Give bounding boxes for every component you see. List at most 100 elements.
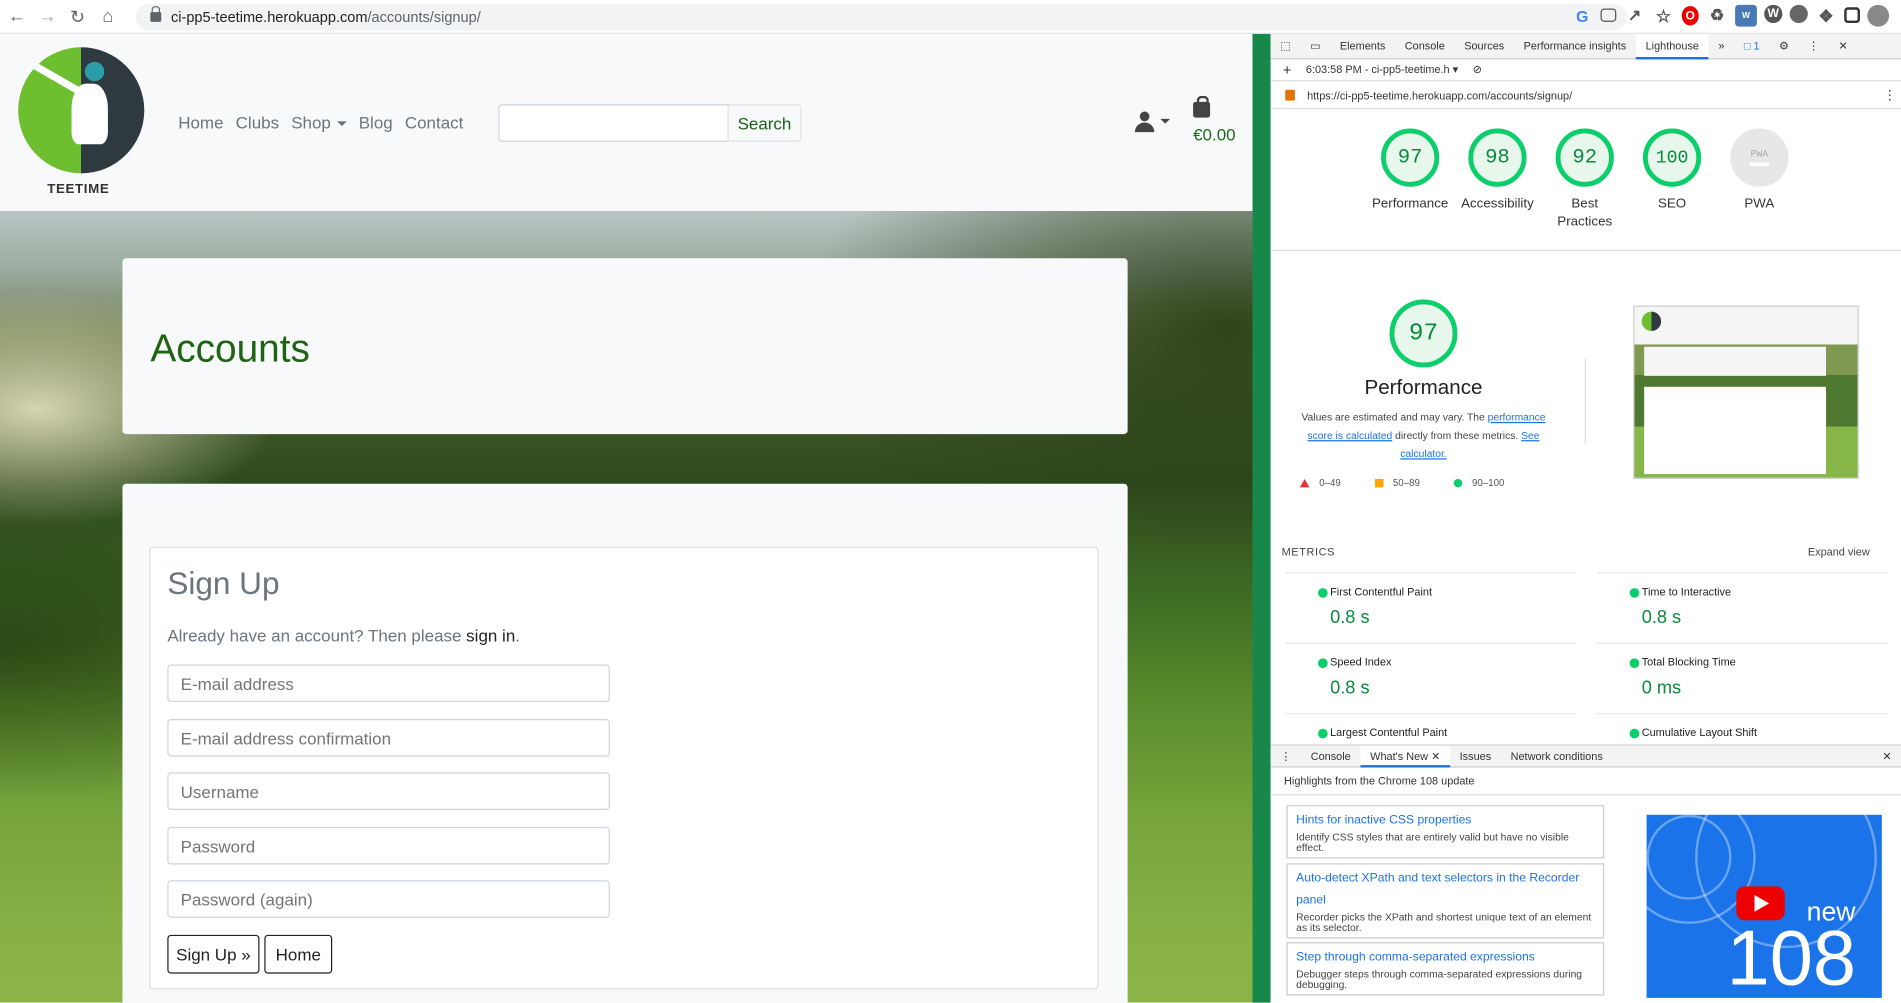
inspect-icon[interactable]: ⬚ [1271, 34, 1301, 59]
whats-new-title[interactable]: Hints for inactive CSS properties [1296, 810, 1594, 832]
wordpress-icon[interactable]: W [1764, 4, 1783, 24]
signup-button[interactable]: Sign Up » [167, 934, 260, 974]
nav-contact[interactable]: Contact [405, 113, 464, 132]
whats-new-title[interactable]: Step through comma-separated expressions [1296, 947, 1594, 969]
username-field[interactable] [167, 772, 610, 810]
forward-icon[interactable]: → [34, 3, 61, 30]
tab-console[interactable]: Console [1395, 34, 1454, 59]
new-report-icon[interactable]: + [1283, 61, 1292, 78]
devtools-panel: ⬚ ▭ Elements Console Sources Performance… [1252, 33, 1901, 1003]
average-square-icon [1374, 478, 1384, 488]
bookmark-star-icon[interactable]: ☆ [1653, 5, 1675, 27]
tab-sources[interactable]: Sources [1455, 34, 1514, 59]
report-url-row: https://ci-pp5-teetime.herokuapp.com/acc… [1270, 82, 1901, 110]
email-field[interactable] [167, 664, 610, 703]
whats-new-video-thumbnail[interactable]: new 108 [1646, 814, 1882, 998]
close-icon[interactable]: ✕ [1829, 34, 1858, 59]
avatar[interactable] [1867, 4, 1890, 27]
pass-dot-icon [1317, 728, 1328, 739]
recycle-icon[interactable]: ♻ [1706, 5, 1728, 27]
gauge-pwa[interactable]: PWA [1730, 128, 1789, 187]
drawer-tab-whats-new[interactable]: What's New ✕ [1360, 745, 1450, 767]
search-button[interactable]: Search [727, 104, 802, 142]
vertical-divider [1584, 358, 1586, 444]
back-icon[interactable]: ← [4, 3, 31, 30]
address-bar[interactable]: ci-pp5-teetime.herokuapp.com/accounts/si… [135, 3, 1628, 31]
globe-icon[interactable] [1789, 4, 1808, 24]
lighthouse-toolbar: + 6:03:58 PM - ci-pp5-teetime.h ▾ ⊘ [1270, 59, 1901, 82]
whats-new-item[interactable]: Step through comma-separated expressions… [1286, 942, 1605, 996]
pass-circle-icon [1453, 478, 1463, 488]
opera-icon[interactable]: O [1681, 6, 1699, 26]
nav-clubs[interactable]: Clubs [236, 113, 279, 132]
side-panel-icon[interactable] [1844, 7, 1860, 24]
signin-link[interactable]: sign in [466, 626, 515, 645]
gauge-seo[interactable]: 100 [1642, 128, 1702, 187]
logo[interactable] [18, 47, 145, 174]
device-toolbar-icon[interactable]: ▭ [1300, 34, 1330, 59]
pass-dot-icon [1317, 658, 1328, 669]
tab-performance-insights[interactable]: Performance insights [1514, 34, 1636, 59]
gauge-label-pwa: PWA [1744, 196, 1775, 211]
report-menu-icon[interactable]: ⋮ [1883, 87, 1896, 104]
whats-new-desc: Debugger steps through comma-separated e… [1296, 967, 1583, 991]
share-icon[interactable]: ↗ [1624, 5, 1646, 27]
bag-total[interactable]: €0.00 [1193, 125, 1235, 144]
drawer-menu-icon[interactable]: ⋮ [1271, 745, 1301, 767]
google-icon[interactable]: G [1571, 5, 1593, 27]
email-confirm-field[interactable] [167, 719, 610, 757]
shopping-bag-icon[interactable] [1193, 95, 1211, 118]
puzzle-icon[interactable]: ❖ [1815, 5, 1837, 27]
final-screenshot-thumbnail[interactable] [1633, 305, 1859, 479]
whats-new-item[interactable]: Hints for inactive CSS properties Identi… [1286, 805, 1605, 859]
devtools-resize-bar[interactable] [1252, 33, 1271, 1003]
tab-lighthouse[interactable]: Lighthouse [1635, 33, 1709, 59]
nav-home[interactable]: Home [178, 113, 223, 132]
page-title: Accounts [150, 326, 310, 370]
divider [1270, 249, 1901, 251]
home-button[interactable]: Home [264, 934, 333, 974]
extension-icon[interactable]: W [1735, 4, 1757, 27]
metric-speed-index: Speed Index 0.8 s [1285, 642, 1577, 713]
account-menu[interactable] [1134, 111, 1171, 134]
signup-form: Sign Up Already have an account? Then pl… [149, 546, 1099, 990]
signup-card: Sign Up Already have an account? Then pl… [122, 483, 1128, 1003]
drawer-tab-issues[interactable]: Issues [1450, 745, 1501, 767]
reload-icon[interactable]: ↻ [64, 3, 91, 30]
search-input[interactable] [498, 104, 729, 142]
metric-tbt: Total Blocking Time 0 ms [1596, 642, 1888, 713]
gauge-accessibility[interactable]: 98 [1468, 128, 1527, 187]
kebab-menu-icon[interactable]: ⋮ [1798, 34, 1828, 59]
lock-icon [150, 6, 162, 22]
tab-search-icon[interactable] [1600, 8, 1617, 22]
drawer-tab-network-conditions[interactable]: Network conditions [1501, 745, 1613, 767]
expand-view-toggle[interactable]: Expand view [1808, 546, 1870, 558]
drawer-tabs: ⋮ Console What's New ✕ Issues Network co… [1270, 745, 1901, 768]
pass-dot-icon [1629, 728, 1640, 739]
video-version-label: 108 [1726, 914, 1857, 998]
close-tab-icon[interactable]: ✕ [1431, 750, 1440, 762]
nav-blog[interactable]: Blog [359, 113, 393, 132]
nav-shop-dropdown[interactable]: Shop [291, 112, 347, 133]
whats-new-item[interactable]: Auto-detect XPath and text selectors in … [1286, 863, 1605, 939]
home-icon[interactable]: ⌂ [95, 3, 122, 30]
user-icon [1139, 111, 1150, 122]
settings-icon[interactable]: ⚙ [1769, 34, 1798, 59]
site-navbar: TEETIME Home Clubs Shop Blog Contact Sea… [0, 33, 1253, 211]
password-field[interactable] [167, 826, 610, 865]
issues-badge[interactable]: □ 1 [1734, 34, 1769, 59]
gauge-performance[interactable]: 97 [1381, 128, 1440, 187]
report-selector[interactable]: 6:03:58 PM - ci-pp5-teetime.h ▾ [1306, 63, 1458, 76]
more-tabs-icon[interactable]: » [1709, 34, 1734, 59]
whats-new-title[interactable]: Auto-detect XPath and text selectors in … [1296, 868, 1594, 912]
nav-shop-label: Shop [291, 112, 331, 133]
gauge-best-practices[interactable]: 92 [1555, 128, 1614, 187]
tab-elements[interactable]: Elements [1330, 34, 1395, 59]
form-title: Sign Up [167, 565, 280, 602]
caret-icon [1160, 118, 1171, 124]
drawer-tab-console[interactable]: Console [1301, 745, 1360, 767]
password-again-field[interactable] [167, 880, 610, 918]
report-url[interactable]: https://ci-pp5-teetime.herokuapp.com/acc… [1307, 89, 1572, 101]
clear-icon[interactable]: ⊘ [1473, 63, 1482, 76]
close-drawer-icon[interactable]: ✕ [1873, 745, 1901, 767]
